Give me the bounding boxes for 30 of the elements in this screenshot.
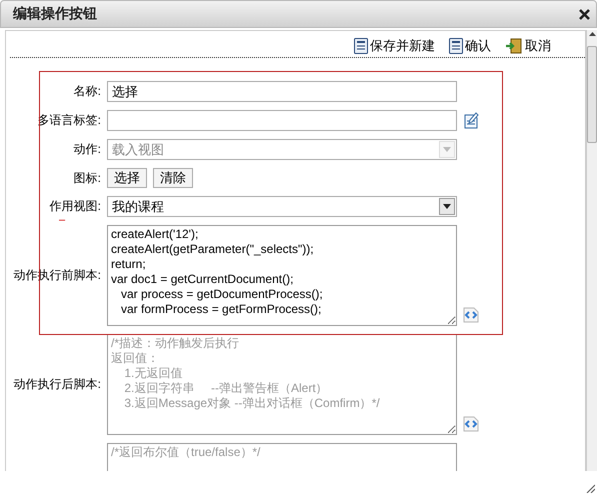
required-mark: – xyxy=(59,214,66,226)
code-icon[interactable] xyxy=(463,416,479,432)
toolbar-button[interactable]: 保存并新建 xyxy=(354,37,435,55)
script-editor[interactable]: /*返回布尔值（true/false）*/ xyxy=(107,443,457,471)
exit-door-icon xyxy=(505,38,523,54)
close-icon[interactable] xyxy=(579,8,590,20)
icon-action-button[interactable]: 选择 xyxy=(107,168,147,188)
toolbar-button[interactable]: 确认 xyxy=(449,37,491,55)
text-field[interactable]: 选择 xyxy=(107,81,457,102)
caret-icon xyxy=(443,147,451,152)
field-label: 动作执行后脚本: xyxy=(12,376,101,393)
scrollbar-thumb[interactable] xyxy=(587,46,597,143)
dropdown[interactable]: 我的课程 xyxy=(107,196,457,217)
window-title: 编辑操作按钮 xyxy=(13,5,97,23)
field-label: 图标: xyxy=(72,170,101,186)
scroll-up-icon[interactable] xyxy=(588,32,596,36)
icon-action-button[interactable]: 清除 xyxy=(153,168,193,188)
resize-grip-icon[interactable] xyxy=(585,483,595,493)
script-editor[interactable]: createAlert('12'); createAlert(getParameter("_selects")); return; var doc1 = getCurrentDocument(); var process = getDocumentProcess(); var formProcess = getFormProcess(); xyxy=(107,225,457,326)
document-icon xyxy=(354,38,368,54)
field-label: 名称: xyxy=(72,83,101,100)
scrollbar[interactable] xyxy=(586,30,597,471)
script-editor[interactable]: /*描述：动作触发后执行 返回值： 1.无返回值 2.返回字符串 --弹出警告框（Alert） 3.返回Message对象 --弹出对话框（Comfirm）*/ xyxy=(107,334,457,435)
text-field[interactable] xyxy=(107,110,457,131)
field-label: 动作: xyxy=(72,141,101,158)
document-icon xyxy=(449,38,463,54)
code-icon[interactable] xyxy=(463,307,479,323)
edit-document-icon[interactable] xyxy=(463,112,479,129)
toolbar-button[interactable]: 取消 xyxy=(505,37,551,55)
caret-icon xyxy=(443,204,451,209)
